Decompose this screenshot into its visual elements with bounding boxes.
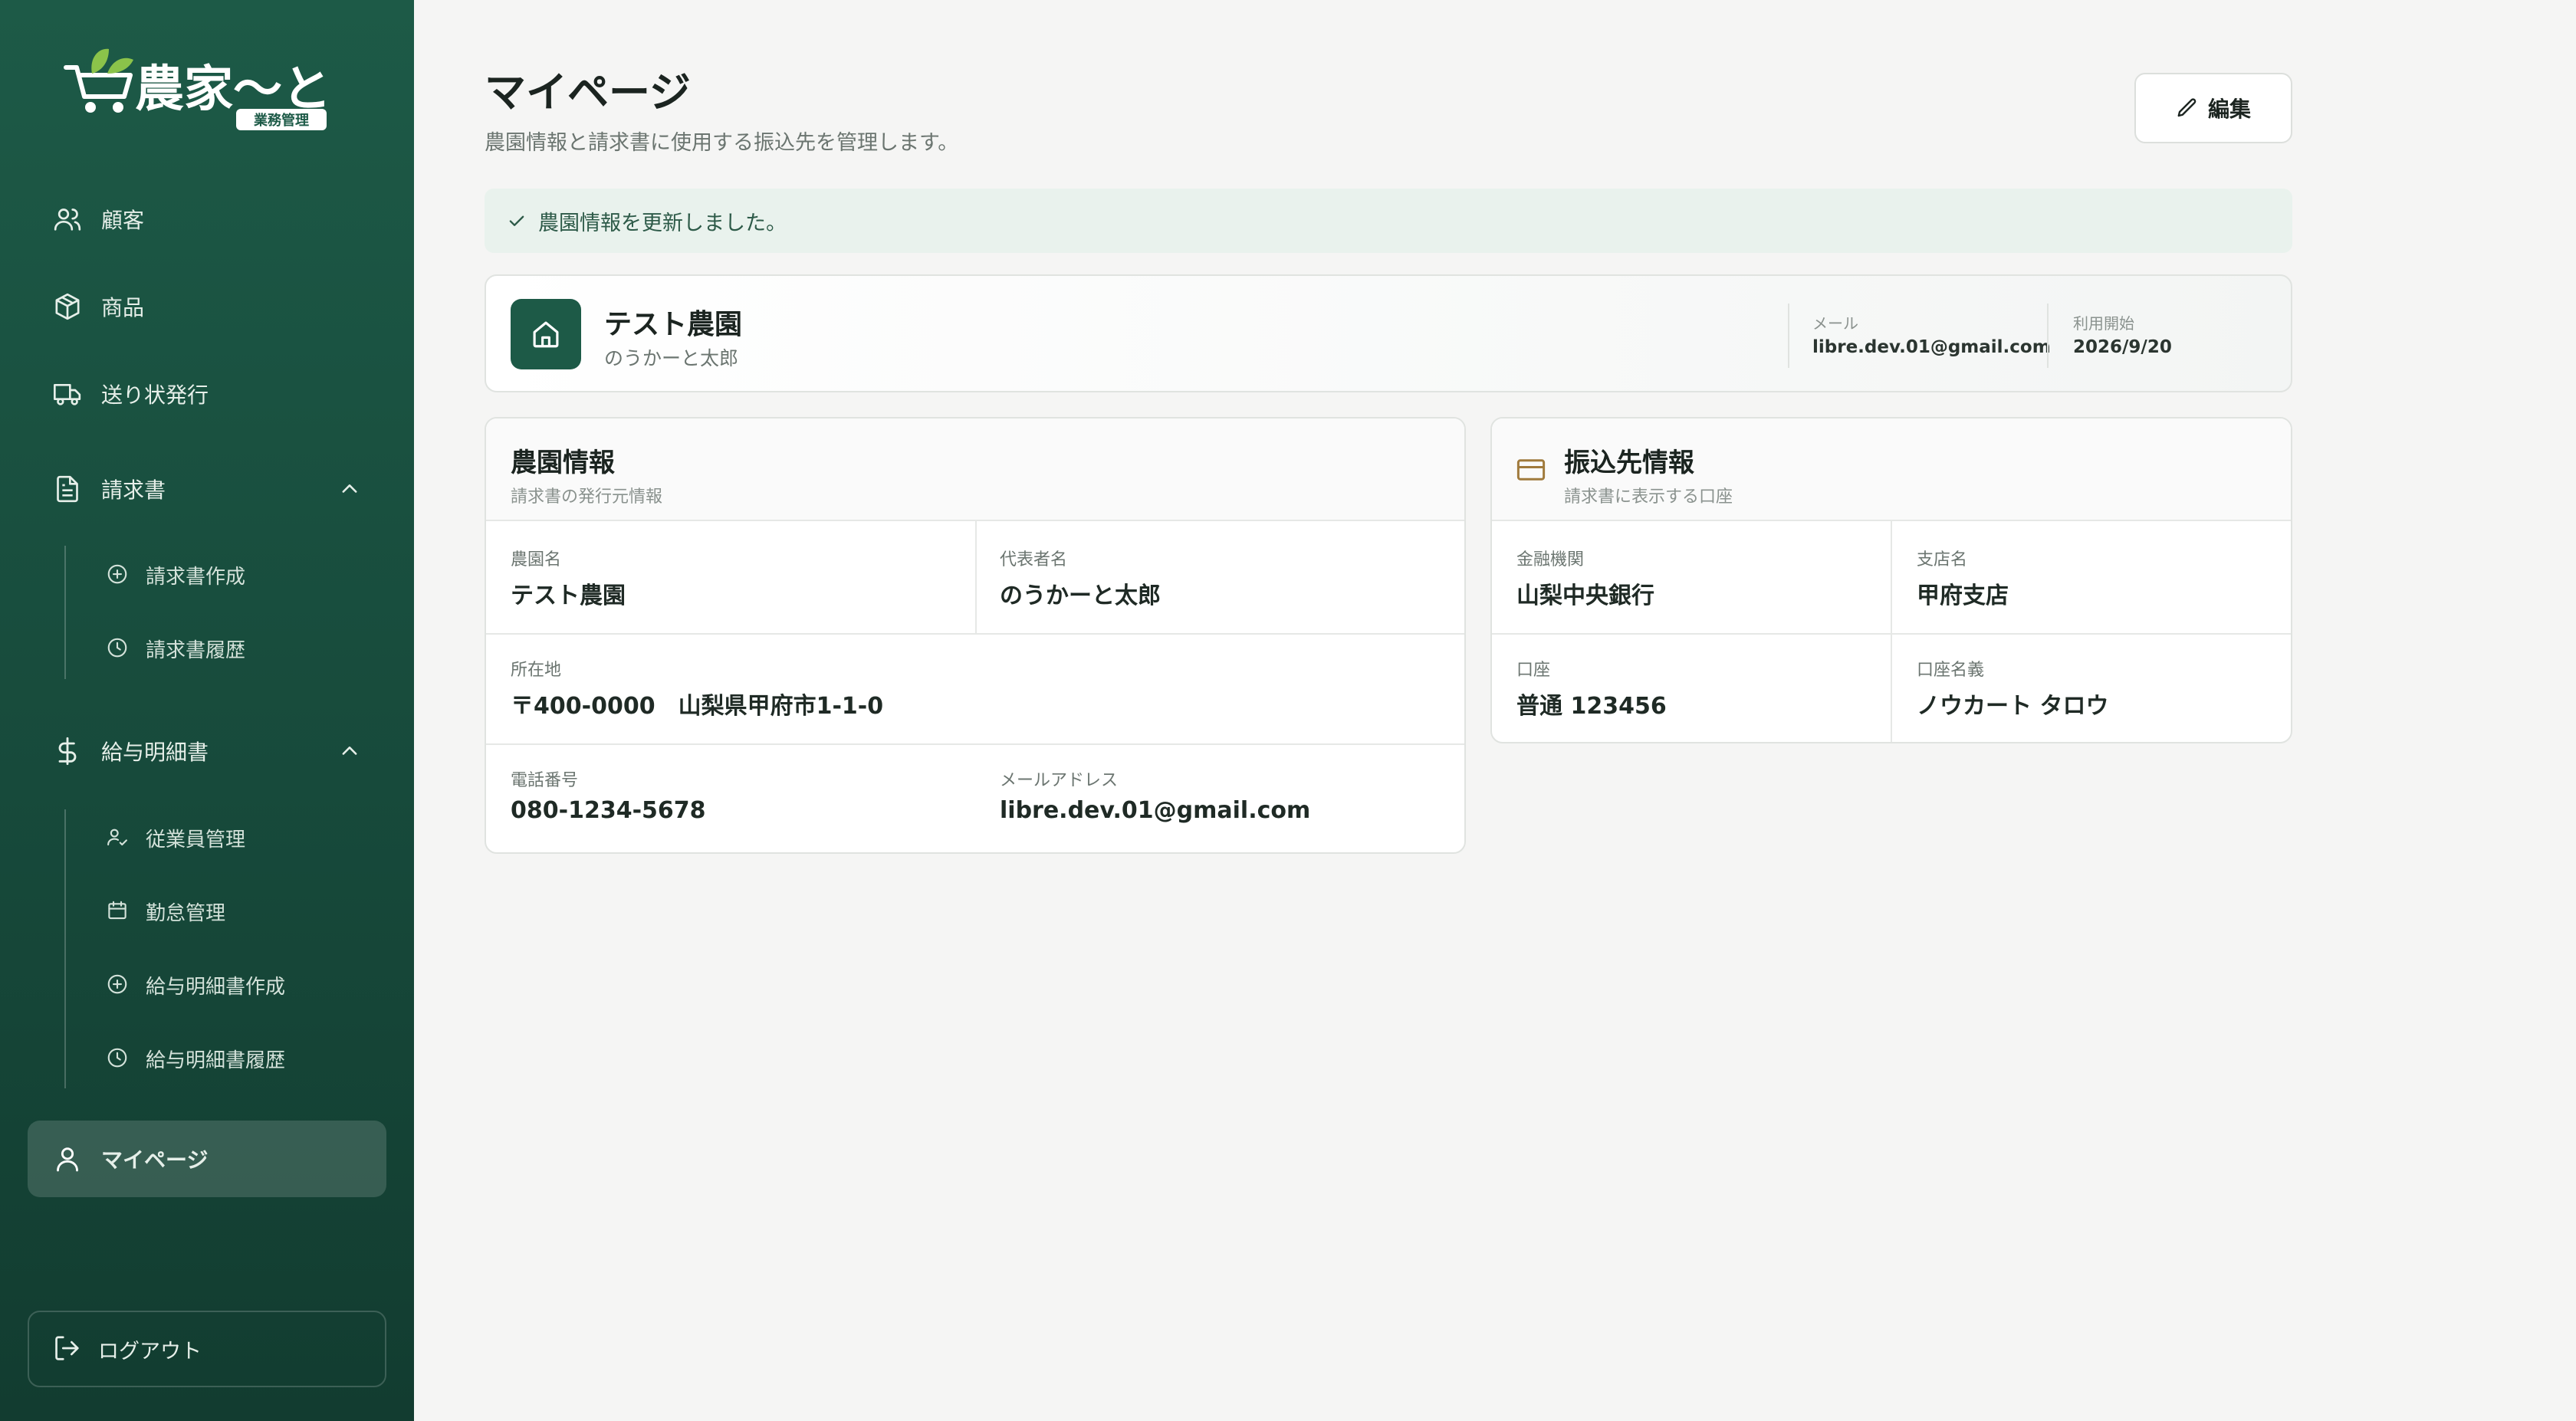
profile-email-label: メール [1812, 314, 1858, 333]
account-holder-value: ノウカート タロウ [1917, 693, 2109, 720]
dollar-icon [51, 734, 84, 768]
farm-info-title: 農園情報 [511, 448, 615, 478]
users-icon [51, 202, 84, 236]
sidebar-item-label: 給与明細書作成 [146, 975, 286, 999]
profile-email: libre.dev.01@gmail.com [1812, 337, 2051, 357]
account-label: 口座 [1516, 661, 1551, 680]
sidebar-item-label: 勤怠管理 [146, 901, 226, 925]
chevron-up-icon[interactable] [339, 478, 360, 500]
profile-summary-card: テスト農園 のうかーと太郎 メール libre.dev.01@gmail.com… [485, 274, 2292, 392]
representative-label: 代表者名 [1000, 550, 1068, 569]
calendar-icon [106, 899, 130, 924]
pencil-icon [2177, 98, 2196, 117]
card-header: 農園情報 請求書の発行元情報 [486, 418, 1464, 521]
clock-icon [106, 1046, 130, 1071]
chevron-up-icon[interactable] [339, 740, 360, 762]
branch-value: 甲府支店 [1917, 583, 2009, 609]
divider [1492, 633, 2291, 635]
sidebar-item-shipping[interactable]: 送り状発行 [28, 356, 386, 432]
profile-start-date: 2026/9/20 [2073, 337, 2172, 357]
sidebar-item-label: 請求書履歴 [146, 638, 246, 662]
sidebar-item-label: 給与明細書履歴 [146, 1049, 286, 1072]
credit-card-icon [1516, 459, 1546, 481]
check-icon [509, 215, 524, 226]
sidebar-item-payslips[interactable]: 給与明細書 [28, 713, 386, 789]
plus-circle-icon [106, 563, 130, 587]
home-icon [511, 299, 581, 369]
page-subtitle: 農園情報と請求書に使用する振込先を管理します。 [485, 131, 959, 155]
email-value: libre.dev.01@gmail.com [1000, 797, 1311, 824]
sidebar: 農家〜と 業務管理 顧客 商品 送り状発行 請求書 請求書作成 請求書履歴 給与… [0, 0, 414, 1421]
account-value: 普通 123456 [1516, 693, 1667, 720]
submenu-line [64, 546, 66, 679]
logout-label: ログアウト [98, 1339, 202, 1364]
bank-info-card: 振込先情報 請求書に表示する口座 金融機関 山梨中央銀行 支店名 甲府支店 口座… [1490, 417, 2292, 743]
bank-info-subtitle: 請求書に表示する口座 [1564, 487, 1733, 507]
submenu-line [64, 809, 66, 1088]
alert-message: 農園情報を更新しました。 [538, 211, 787, 235]
divider [486, 633, 1464, 635]
sidebar-item-label: 請求書 [101, 477, 166, 503]
sidebar-item-attendance[interactable]: 勤怠管理 [106, 888, 225, 934]
divider [2047, 304, 2049, 368]
sidebar-item-label: 顧客 [101, 208, 145, 233]
package-icon [51, 290, 84, 323]
user-icon [51, 1142, 84, 1176]
edit-button[interactable]: 編集 [2134, 73, 2292, 143]
page-title: マイページ [485, 68, 691, 117]
file-text-icon [51, 472, 84, 506]
card-header: 振込先情報 請求書に表示する口座 [1492, 418, 2291, 521]
sidebar-item-label: 給与明細書 [101, 740, 209, 765]
farm-info-card: 農園情報 請求書の発行元情報 農園名 テスト農園 代表者名 のうかーと太郎 所在… [485, 417, 1466, 854]
phone-label: 電話番号 [511, 771, 579, 790]
farm-info-subtitle: 請求書の発行元情報 [511, 487, 663, 507]
sidebar-item-products[interactable]: 商品 [28, 268, 386, 345]
truck-icon [51, 377, 84, 411]
sidebar-item-invoice-history[interactable]: 請求書履歴 [106, 625, 245, 671]
branch-label: 支店名 [1917, 550, 1968, 569]
farm-name-value: テスト農園 [511, 583, 626, 609]
app-logo[interactable]: 農家〜と 業務管理 [61, 43, 331, 135]
bank-value: 山梨中央銀行 [1516, 583, 1654, 609]
sidebar-item-label: 請求書作成 [146, 565, 246, 589]
sidebar-item-mypage[interactable]: マイページ [28, 1121, 386, 1197]
phone-value: 080-1234-5678 [511, 797, 706, 824]
sidebar-item-label: 従業員管理 [146, 828, 246, 852]
profile-start-label: 利用開始 [2073, 314, 2134, 333]
sidebar-item-payslip-history[interactable]: 給与明細書履歴 [106, 1035, 285, 1081]
sidebar-item-invoice-create[interactable]: 請求書作成 [106, 552, 245, 598]
edit-button-label: 編集 [2207, 97, 2251, 122]
logo-graphic: 農家〜と 業務管理 [64, 48, 331, 130]
logout-button[interactable]: ログアウト [28, 1311, 386, 1387]
divider [486, 743, 1464, 745]
logout-icon [52, 1334, 83, 1364]
farm-name-label: 農園名 [511, 550, 562, 569]
divider [1788, 304, 1789, 368]
sidebar-item-employees[interactable]: 従業員管理 [106, 815, 245, 861]
profile-farm-name: テスト農園 [604, 309, 743, 340]
plus-circle-icon [106, 973, 130, 997]
sidebar-item-label: 送り状発行 [101, 382, 209, 408]
bank-info-title: 振込先情報 [1564, 448, 1694, 478]
divider [975, 521, 977, 633]
address-label: 所在地 [511, 661, 562, 680]
sidebar-item-label: マイページ [101, 1147, 209, 1173]
profile-owner-name: のうかーと太郎 [604, 347, 739, 369]
clock-icon [106, 636, 130, 661]
user-check-icon [106, 825, 130, 850]
account-holder-label: 口座名義 [1917, 661, 1985, 680]
address-value: 〒400-0000 山梨県甲府市1-1-0 [511, 693, 884, 720]
sidebar-item-payslip-create[interactable]: 給与明細書作成 [106, 962, 285, 1008]
email-label: メールアドレス [1000, 771, 1119, 790]
representative-value: のうかーと太郎 [1000, 583, 1161, 609]
divider [1891, 521, 1892, 742]
sidebar-item-invoices[interactable]: 請求書 [28, 451, 386, 527]
svg-text:業務管理: 業務管理 [253, 112, 309, 129]
sidebar-item-label: 商品 [101, 295, 145, 320]
success-alert: 農園情報を更新しました。 [485, 189, 2292, 253]
bank-label: 金融機関 [1516, 550, 1585, 569]
sidebar-item-customers[interactable]: 顧客 [28, 181, 386, 258]
